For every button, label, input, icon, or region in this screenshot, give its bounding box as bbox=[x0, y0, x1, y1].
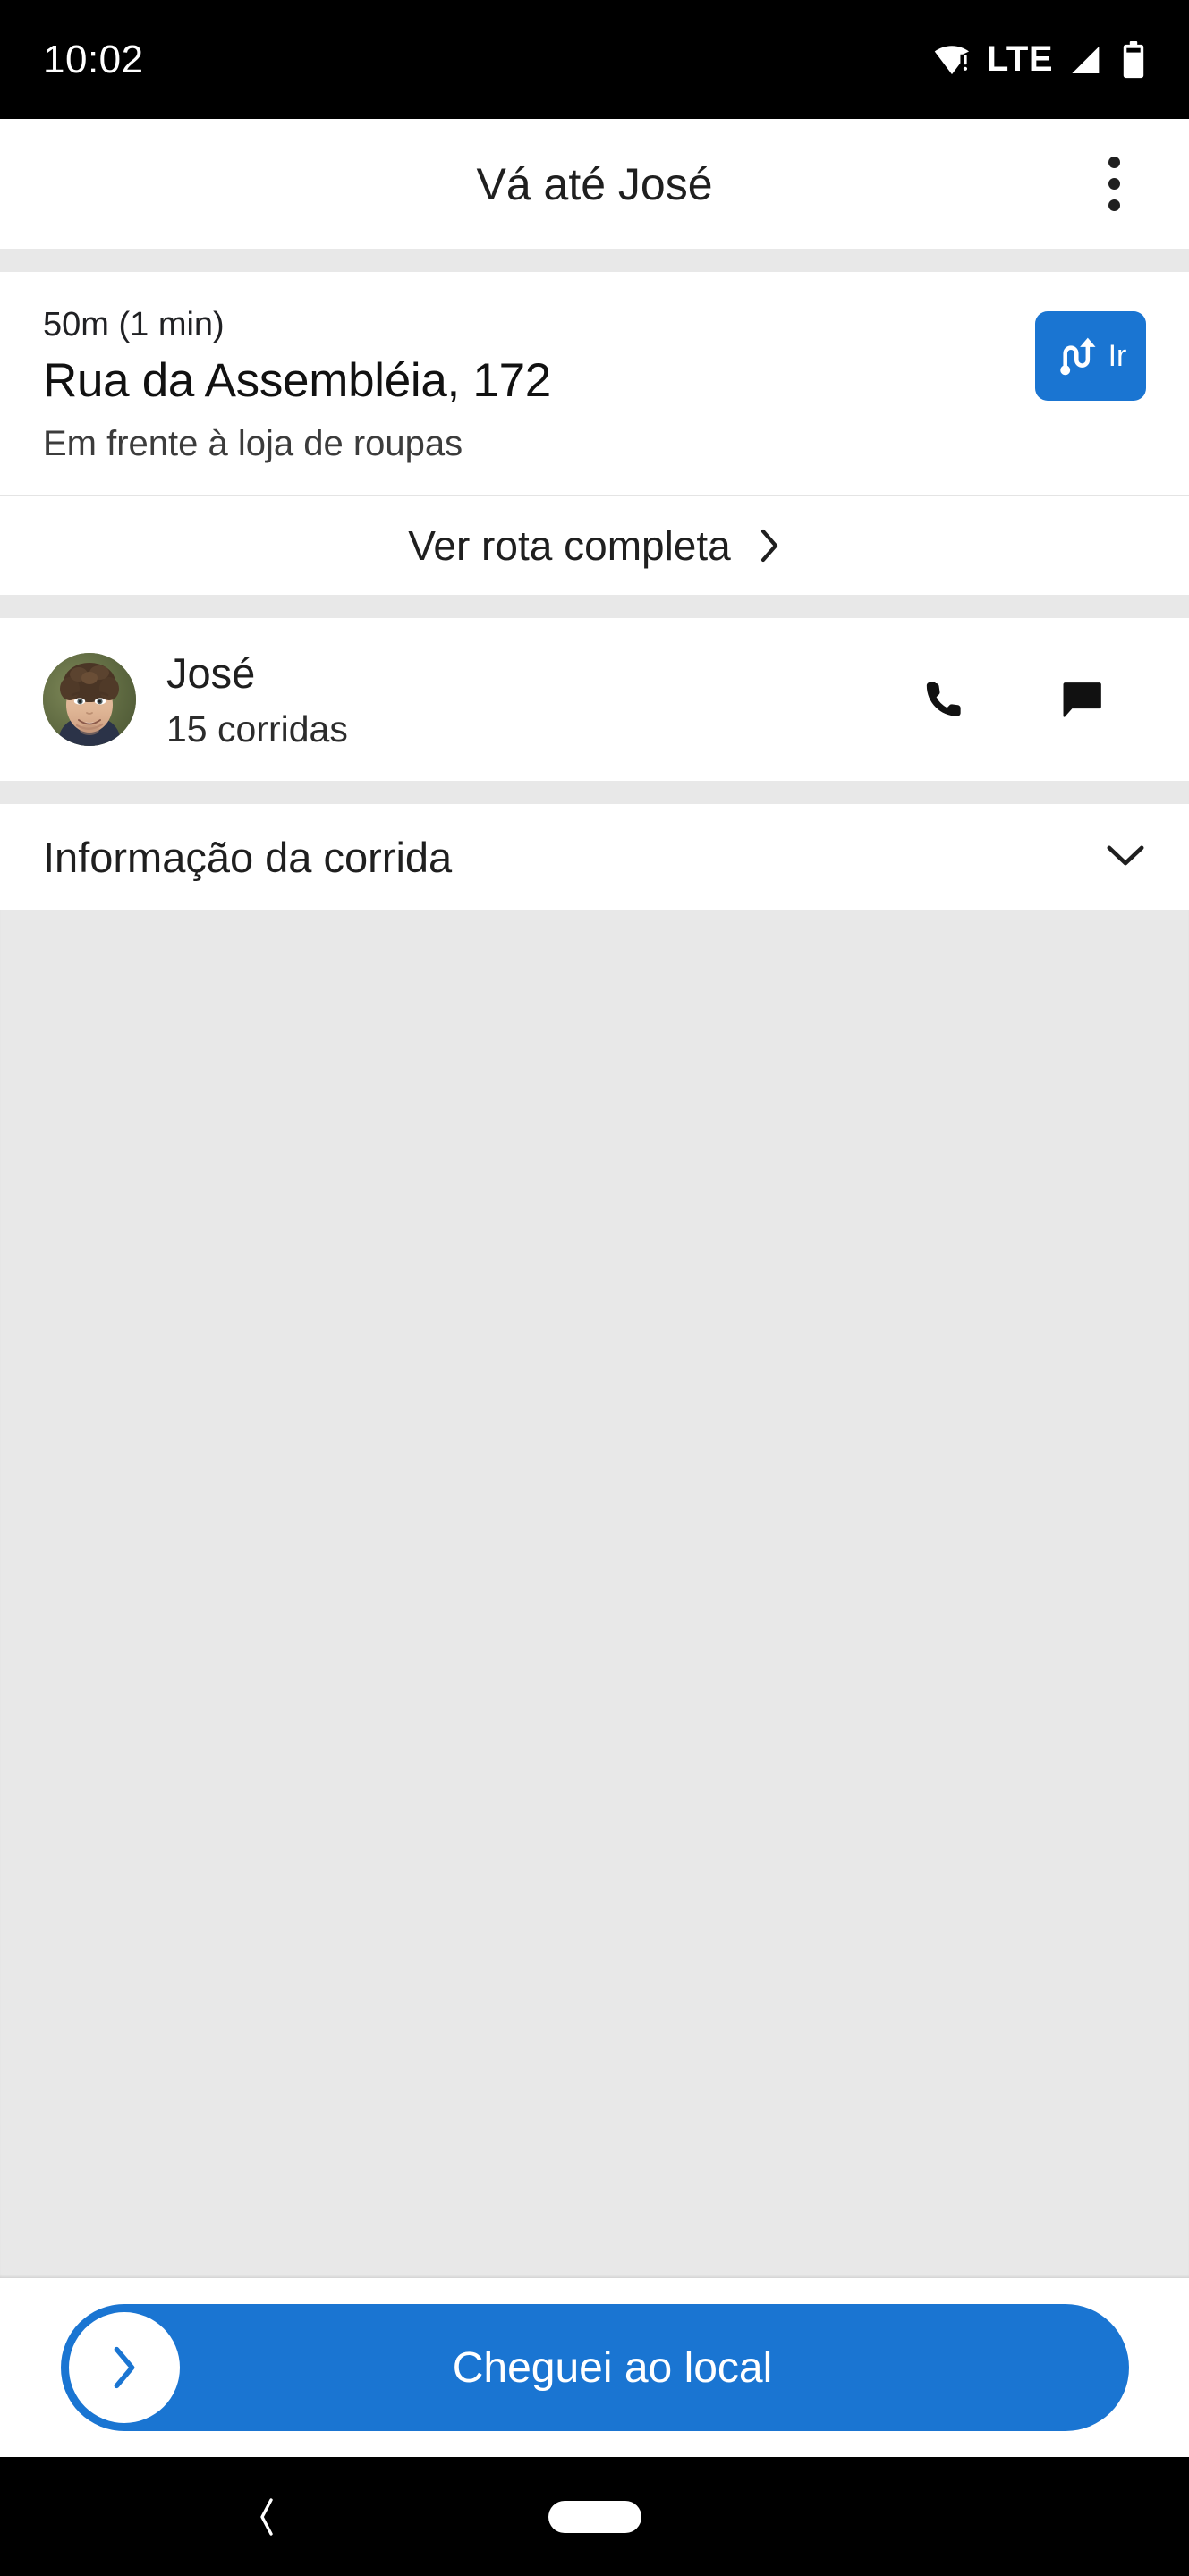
dot bbox=[1108, 199, 1120, 211]
nav-back-button[interactable] bbox=[240, 2490, 293, 2544]
page-title: Vá até José bbox=[476, 158, 713, 209]
go-button-label: Ir bbox=[1108, 338, 1127, 373]
arrived-slider-button[interactable]: Cheguei ao local bbox=[60, 2304, 1129, 2431]
section-divider bbox=[0, 595, 1189, 618]
avatar[interactable] bbox=[43, 653, 136, 746]
phone-icon bbox=[921, 675, 970, 724]
passenger-rides-count: 15 corridas bbox=[166, 708, 348, 750]
wifi-warning-icon bbox=[933, 41, 971, 79]
chevron-down-icon bbox=[1105, 843, 1146, 870]
destination-card: 50m (1 min) Rua da Assembléia, 172 Em fr… bbox=[0, 272, 1189, 495]
android-nav-bar bbox=[0, 2457, 1189, 2576]
destination-note: Em frente à loja de roupas bbox=[43, 424, 463, 463]
route-icon bbox=[1055, 333, 1101, 379]
status-time: 10:02 bbox=[43, 37, 144, 81]
view-full-route-button[interactable]: Ver rota completa bbox=[0, 496, 1189, 595]
passenger-row: José 15 corridas bbox=[0, 618, 1189, 781]
map-placeholder-area bbox=[0, 910, 1189, 2278]
destination-eta: 50m (1 min) bbox=[43, 306, 225, 343]
call-button[interactable] bbox=[904, 658, 987, 741]
app-screen: 10:02 LTE Vá até José 50m (1 min) Rua da… bbox=[0, 0, 1189, 2576]
destination-address: Rua da Assembléia, 172 bbox=[43, 354, 551, 407]
chevron-right-icon bbox=[758, 528, 781, 564]
section-divider bbox=[0, 249, 1189, 272]
network-type-label: LTE bbox=[986, 39, 1053, 79]
chevron-right-icon bbox=[111, 2344, 138, 2391]
chat-bubble-icon bbox=[1057, 675, 1106, 724]
message-button[interactable] bbox=[1040, 658, 1123, 741]
app-bar: Vá até José bbox=[0, 119, 1189, 249]
chevron-left-icon bbox=[257, 2497, 276, 2537]
destination-text-group: 50m (1 min) Rua da Assembléia, 172 Em fr… bbox=[43, 304, 1035, 464]
home-pill-icon[interactable] bbox=[548, 2500, 641, 2533]
dot bbox=[1108, 157, 1120, 168]
passenger-info: José 15 corridas bbox=[166, 648, 904, 750]
ride-info-label: Informação da corrida bbox=[43, 833, 453, 881]
navigate-go-button[interactable]: Ir bbox=[1035, 311, 1146, 401]
signal-bars-icon bbox=[1069, 42, 1105, 78]
dot bbox=[1108, 178, 1120, 190]
status-indicators: LTE bbox=[933, 39, 1146, 80]
slider-knob[interactable] bbox=[68, 2312, 180, 2423]
section-divider bbox=[0, 781, 1189, 804]
battery-icon bbox=[1121, 40, 1146, 79]
passenger-name: José bbox=[166, 649, 256, 697]
view-full-route-label: Ver rota completa bbox=[408, 522, 731, 569]
arrived-button-label: Cheguei ao local bbox=[452, 2343, 773, 2392]
footer-bar: Cheguei ao local bbox=[0, 2278, 1189, 2457]
passenger-actions bbox=[904, 658, 1123, 741]
ride-info-expander[interactable]: Informação da corrida bbox=[0, 804, 1189, 910]
more-vertical-icon[interactable] bbox=[1071, 141, 1157, 227]
status-bar: 10:02 LTE bbox=[0, 0, 1189, 119]
